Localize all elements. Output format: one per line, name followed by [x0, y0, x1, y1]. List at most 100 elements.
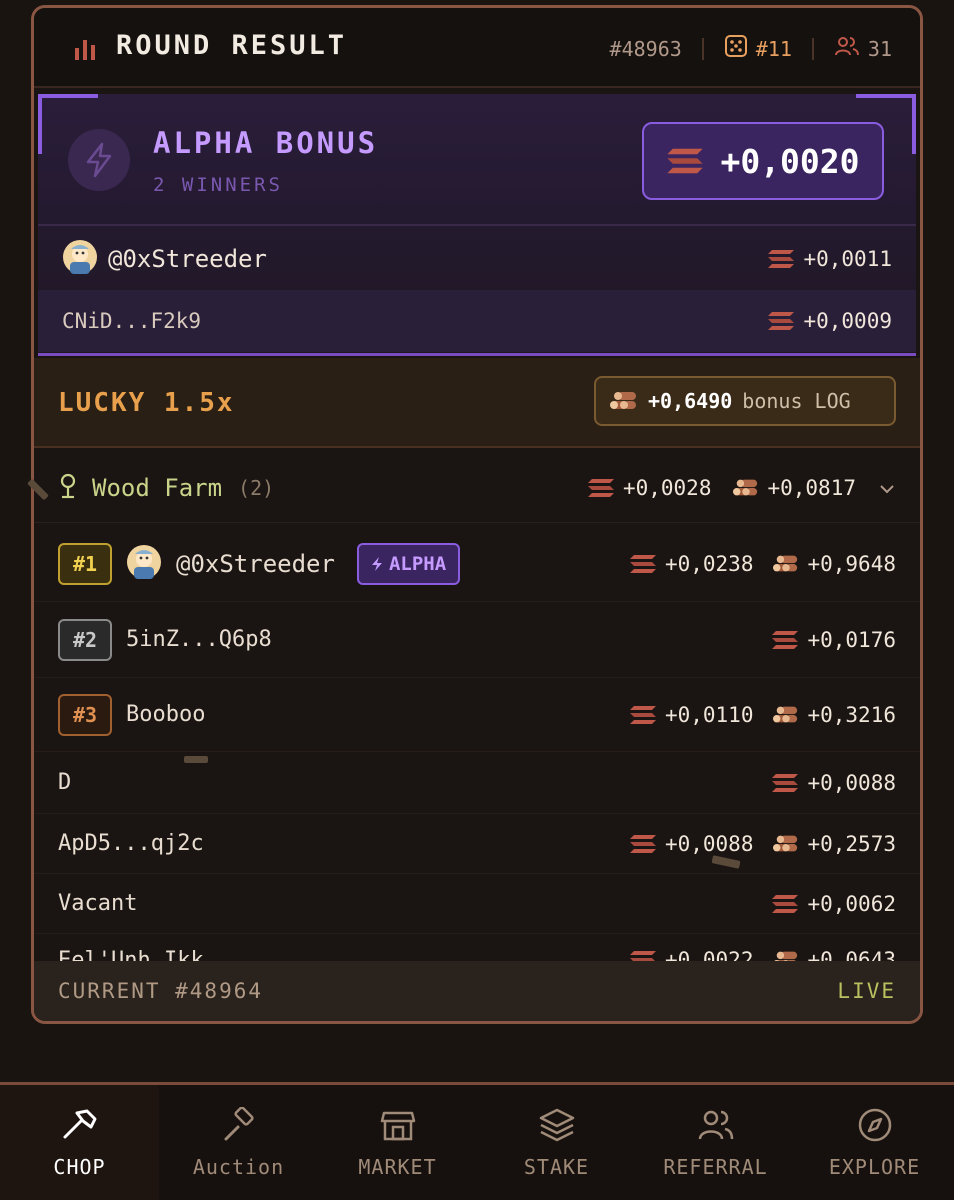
nav-referral[interactable]: REFERRAL — [636, 1085, 795, 1200]
current-round-bar[interactable]: CURRENT #48964 LIVE — [34, 961, 920, 1021]
players-value: 31 — [867, 36, 892, 61]
alpha-winner-row[interactable]: CNiD...F2k9 +0,0009 — [38, 290, 916, 352]
bar-chart-icon — [72, 36, 98, 66]
live-status: LIVE — [837, 979, 896, 1003]
sol-icon — [771, 630, 799, 650]
map-pin-icon — [58, 472, 78, 504]
round-result-card: ROUND RESULT #48963 #11 31 ALPHA BONUS 2… — [31, 5, 923, 1024]
bolt-icon — [68, 129, 130, 191]
users-icon — [697, 1107, 735, 1147]
sol-reward: +0,0088 — [629, 831, 754, 856]
log-value: +0,9648 — [807, 551, 896, 576]
sol-icon — [771, 894, 799, 914]
nav-explore[interactable]: EXPLORE — [795, 1085, 954, 1200]
farm-sol-value: +0,0028 — [622, 475, 712, 500]
players-count: 31 — [834, 34, 892, 63]
current-round: CURRENT #48964 — [58, 979, 264, 1003]
farm-log: +0,0817 — [733, 476, 856, 500]
log-reward: +0,0643 — [773, 948, 896, 962]
list-item[interactable]: Eel'Unh Ikk +0,0022 +0,0643 — [34, 934, 920, 962]
player-rewards: +0,0110 +0,3216 — [629, 703, 896, 727]
player-rewards: +0,0088 — [771, 771, 896, 795]
logs-icon — [773, 833, 799, 855]
sol-value: +0,0110 — [664, 702, 754, 727]
log-reward: +0,3216 — [773, 703, 896, 727]
farm-totals: +0,0028 +0,0817 — [587, 476, 896, 500]
player-name: D — [58, 770, 72, 795]
nav-stake[interactable]: STAKE — [477, 1085, 636, 1200]
sol-value: +0,0062 — [807, 891, 896, 916]
layers-icon — [538, 1107, 576, 1147]
list-item[interactable]: #2 5inZ...Q6p8 +0,0176 — [34, 602, 920, 678]
avatar — [62, 239, 98, 279]
axe-icon — [61, 1107, 99, 1147]
lucky-bonus-text: bonus LOG — [742, 389, 851, 413]
alpha-winner-row[interactable]: @0xStreeder +0,0011 — [38, 228, 916, 290]
list-item[interactable]: Vacant +0,0062 — [34, 874, 920, 934]
farm-sol: +0,0028 — [587, 475, 712, 500]
winner-amount: +0,0009 — [767, 309, 892, 333]
list-item[interactable]: ApD5...qj2c +0,0088 +0,2573 — [34, 814, 920, 874]
sol-icon — [587, 478, 615, 498]
sol-icon — [771, 773, 799, 793]
sol-icon — [767, 249, 795, 269]
winner-amount-value: +0,0009 — [803, 309, 892, 333]
divider — [811, 37, 814, 60]
rank-badge: #1 — [58, 542, 112, 585]
nav-label: EXPLORE — [828, 1154, 921, 1179]
player-name: Booboo — [126, 702, 206, 727]
farm-group-row[interactable]: Wood Farm (2) +0,0028 +0,0817 — [34, 453, 920, 523]
log-value: +0,2573 — [807, 831, 896, 856]
list-item[interactable]: #1 @0xStreeder ALPHA +0,0238 +0,9648 — [34, 526, 920, 602]
compass-icon — [856, 1107, 894, 1147]
users-icon — [834, 34, 860, 63]
logs-icon — [773, 704, 799, 726]
sol-value: +0,0088 — [664, 831, 754, 856]
round-title: ROUND RESULT — [116, 30, 348, 61]
player-name: Vacant — [58, 891, 138, 916]
farm-name: Wood Farm — [92, 473, 223, 502]
winner-name: @0xStreeder — [108, 245, 267, 273]
player-rewards: +0,0176 — [771, 628, 896, 652]
dice-icon — [724, 34, 748, 63]
lucky-label: LUCKY 1.5x — [58, 388, 235, 418]
nav-label: STAKE — [523, 1154, 590, 1179]
divider — [701, 37, 704, 60]
winner-amount: +0,0011 — [767, 247, 892, 271]
rank-badge: #3 — [58, 693, 112, 736]
player-list[interactable]: #1 @0xStreeder ALPHA +0,0238 +0,9648 #2 … — [34, 526, 920, 962]
winner-name: CNiD...F2k9 — [62, 309, 202, 333]
list-item[interactable]: #3 Booboo +0,0110 +0,3216 — [34, 678, 920, 752]
alpha-badge: ALPHA — [356, 542, 461, 585]
nav-market[interactable]: MARKET — [318, 1085, 477, 1200]
wood-chip-decoration — [184, 756, 208, 763]
log-reward: +0,2573 — [773, 832, 896, 856]
rank-badge: #2 — [58, 618, 112, 661]
player-rewards: +0,0238 +0,9648 — [629, 552, 896, 576]
nav-auction[interactable]: Auction — [159, 1085, 318, 1200]
logs-icon — [610, 390, 638, 412]
chevron-down-icon[interactable] — [878, 476, 896, 500]
list-item[interactable]: D +0,0088 — [34, 752, 920, 814]
alpha-title: ALPHA BONUS — [153, 126, 379, 160]
store-icon — [379, 1107, 417, 1147]
sol-icon — [666, 147, 704, 175]
player-name: @0xStreeder — [176, 549, 335, 578]
nav-chop[interactable]: CHOP — [0, 1085, 159, 1200]
lucky-bonus-value: +0,6490 — [648, 389, 733, 413]
sol-icon — [767, 311, 795, 331]
farm-log-value: +0,0817 — [767, 475, 856, 500]
divider — [38, 224, 916, 226]
sol-value: +0,0176 — [807, 627, 896, 652]
player-name: 5inZ...Q6p8 — [126, 627, 272, 652]
log-reward: +0,9648 — [773, 552, 896, 576]
bottom-nav: CHOP Auction MARKET STAKE REFERRAL EXPLO… — [0, 1082, 954, 1200]
round-meta: #48963 #11 31 — [610, 34, 892, 63]
alpha-winners-count: 2 WINNERS — [153, 174, 283, 196]
nav-label: CHOP — [53, 1154, 106, 1179]
sol-reward: +0,0062 — [771, 892, 896, 916]
player-rewards: +0,0022 +0,0643 — [629, 948, 896, 962]
player-name: ApD5...qj2c — [58, 831, 204, 856]
round-header: ROUND RESULT #48963 #11 31 — [34, 8, 920, 88]
sol-icon — [629, 554, 657, 574]
